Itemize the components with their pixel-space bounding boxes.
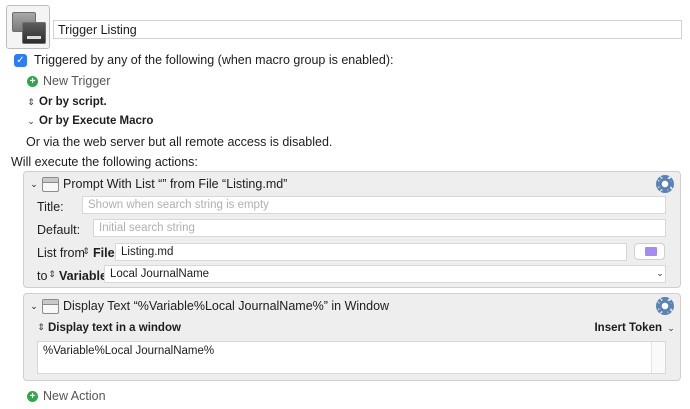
web-server-text: Or via the web server but all remote acc… [26, 135, 333, 149]
variable-name-field[interactable]: Local JournalName [104, 265, 666, 283]
folder-icon [645, 247, 657, 256]
action-title: Display Text “%Variable%Local JournalNam… [63, 299, 390, 313]
updown-icon: ⇕ [37, 322, 45, 332]
list-from-type: File [93, 246, 115, 260]
title-label: Title: [37, 200, 64, 214]
macro-name-field[interactable]: Trigger Listing [53, 20, 682, 39]
triggered-by-row[interactable]: ✓ Triggered by any of the following (whe… [14, 53, 393, 67]
or-by-execute-macro-toggle[interactable]: ⌄ Or by Execute Macro [27, 115, 153, 127]
gear-icon[interactable] [656, 297, 674, 315]
insert-token-button[interactable]: Insert Token [594, 322, 662, 334]
disclosure-icon[interactable]: ⌄ [27, 179, 41, 190]
add-icon: + [27, 75, 38, 87]
gear-icon[interactable] [656, 175, 674, 193]
to-type: Variable [59, 269, 107, 283]
or-by-execute-macro-label: Or by Execute Macro [39, 115, 154, 127]
list-from-type-popup[interactable]: ⇕ File [82, 246, 115, 260]
new-action-label: New Action [43, 389, 106, 403]
display-mode-label: Display text in a window [48, 322, 181, 334]
insert-token-label: Insert Token [594, 322, 662, 334]
display-mode-popup[interactable]: ⇕ Display text in a window [37, 322, 181, 334]
display-text-area[interactable]: %Variable%Local JournalName% [37, 341, 666, 374]
variable-name-value: Local JournalName [110, 268, 210, 280]
chevron-down-icon[interactable]: ⌄ [667, 323, 675, 334]
action-header[interactable]: ⌄ Prompt With List “” from File “Listing… [24, 172, 680, 196]
window-icon [42, 298, 59, 314]
title-input[interactable]: Shown when search string is empty [82, 196, 666, 214]
new-trigger-label: New Trigger [43, 74, 111, 88]
action-prompt-with-list: ⌄ Prompt With List “” from File “Listing… [23, 171, 681, 288]
or-by-script-toggle[interactable]: ⇕ Or by script. [27, 96, 107, 108]
or-by-script-label: Or by script. [39, 96, 107, 108]
updown-icon: ⇕ [27, 96, 35, 107]
title-placeholder: Shown when search string is empty [88, 199, 269, 211]
list-from-label: List from [37, 246, 85, 260]
display-text-value: %Variable%Local JournalName% [43, 345, 215, 357]
disclosure-icon[interactable]: ⌄ [27, 301, 41, 312]
list-file-field[interactable]: Listing.md [115, 243, 627, 261]
window-front-icon [22, 22, 46, 44]
default-placeholder: Initial search string [99, 222, 195, 234]
updown-icon: ⇕ [82, 246, 90, 256]
action-header[interactable]: ⌄ Display Text “%Variable%Local JournalN… [24, 294, 680, 318]
choose-file-button[interactable] [634, 243, 665, 260]
macro-icon[interactable] [6, 5, 50, 49]
chevron-down-icon: ⌄ [27, 115, 35, 126]
window-icon [42, 176, 59, 192]
to-label: to [37, 269, 48, 283]
variable-menu-chevron-icon[interactable]: ⌄ [656, 268, 664, 279]
actions-header: Will execute the following actions: [11, 155, 198, 169]
action-title: Prompt With List “” from File “Listing.m… [63, 177, 288, 191]
new-action-button[interactable]: + New Action [27, 389, 106, 403]
to-type-popup[interactable]: ⇕ Variable [48, 269, 107, 283]
default-input[interactable]: Initial search string [93, 219, 666, 237]
add-icon: + [27, 390, 38, 402]
updown-icon: ⇕ [48, 269, 56, 279]
action-display-text: ⌄ Display Text “%Variable%Local JournalN… [23, 293, 681, 381]
triggered-label: Triggered by any of the following (when … [34, 53, 394, 67]
new-trigger-button[interactable]: + New Trigger [27, 74, 110, 88]
default-label: Default: [37, 223, 81, 237]
triggered-checkbox[interactable]: ✓ [14, 53, 27, 67]
text-scrollbar[interactable] [651, 342, 665, 373]
